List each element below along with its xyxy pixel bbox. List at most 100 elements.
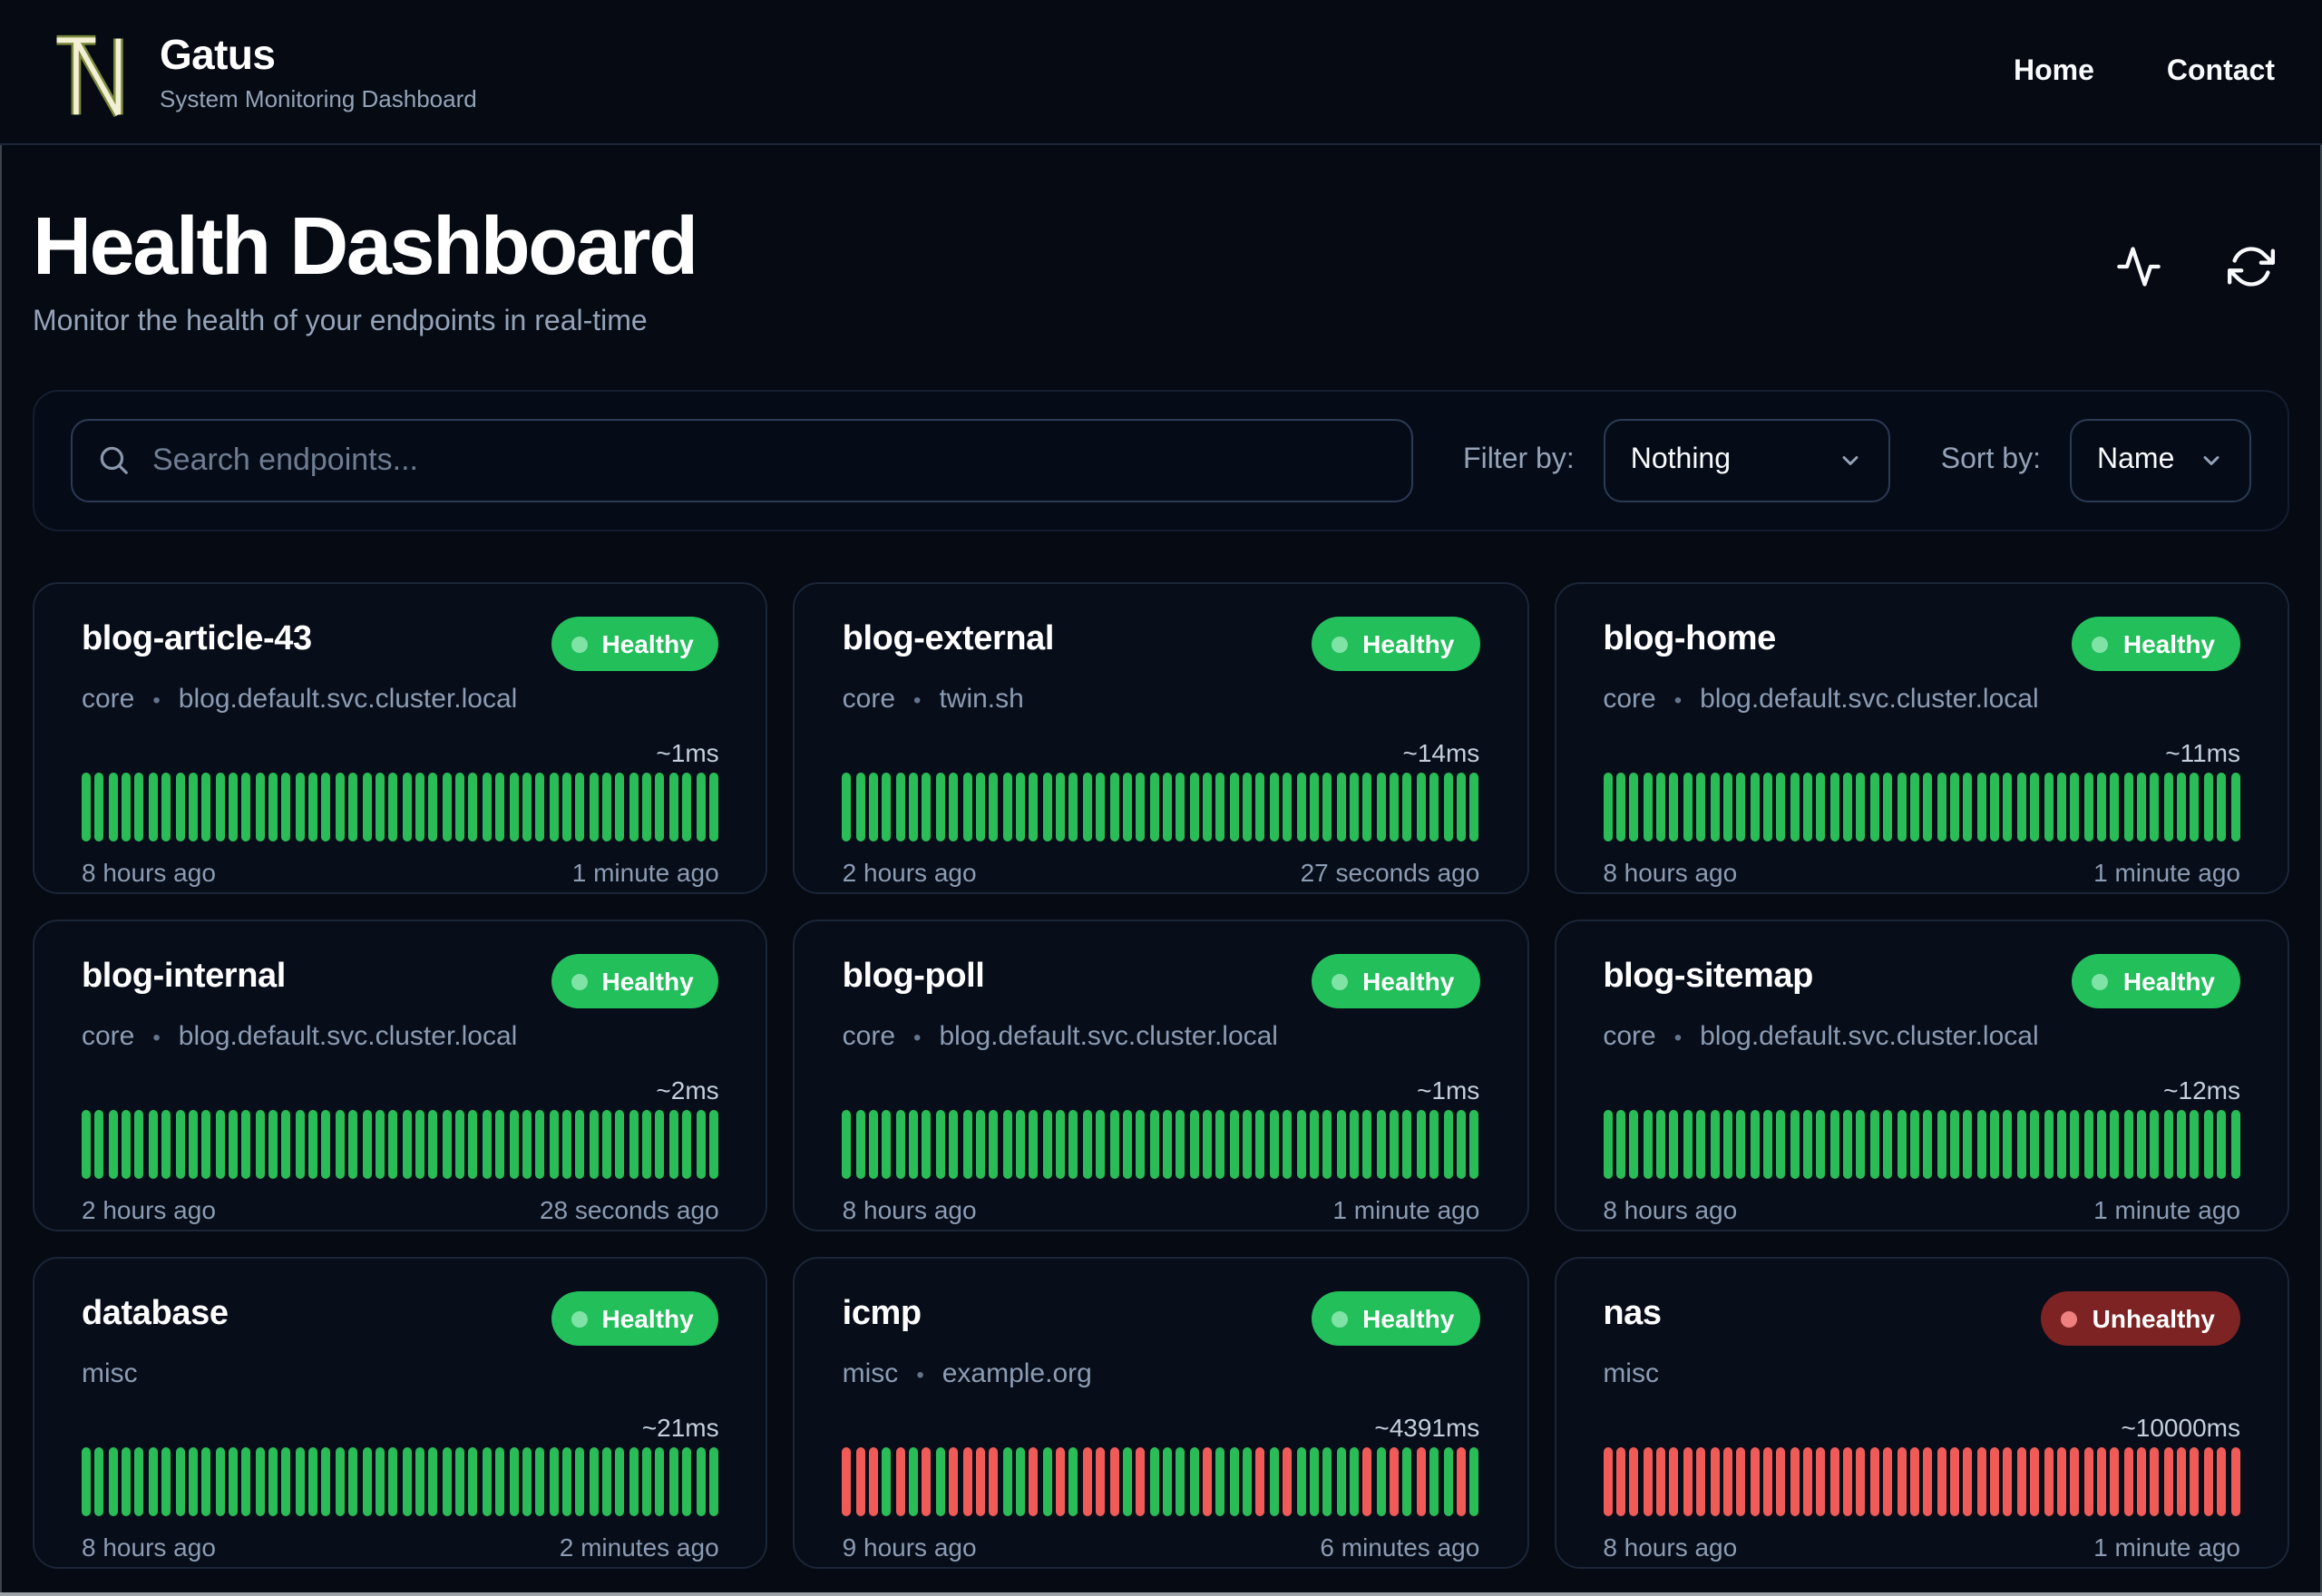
uptime-bar-success[interactable] [1976,773,1986,842]
uptime-bar-failure[interactable] [1416,1447,1426,1517]
uptime-bar-success[interactable] [1897,773,1907,842]
uptime-bar-success[interactable] [1376,1447,1386,1517]
uptime-bar-success[interactable] [1349,1447,1359,1517]
uptime-bar-success[interactable] [682,773,692,842]
uptime-bar-failure[interactable] [2137,1447,2147,1517]
uptime-bar-success[interactable] [655,1447,665,1517]
uptime-bar-success[interactable] [882,773,892,842]
uptime-bar-success[interactable] [549,773,559,842]
uptime-bar-success[interactable] [535,1447,545,1517]
uptime-bar-success[interactable] [2137,773,2147,842]
uptime-bar-success[interactable] [2030,1110,2040,1180]
uptime-bar-failure[interactable] [1722,1447,1732,1517]
uptime-bar-success[interactable] [1643,1110,1653,1180]
uptime-bar-success[interactable] [108,1447,118,1517]
uptime-bar-success[interactable] [2044,773,2054,842]
endpoint-card[interactable]: nas Unhealthy misc ~10000ms 8 hours ago … [1554,1257,2289,1570]
uptime-bar-failure[interactable] [1669,1447,1679,1517]
uptime-bar-failure[interactable] [2177,1447,2187,1517]
uptime-bar-success[interactable] [1255,1110,1265,1180]
uptime-bar-success[interactable] [482,1110,492,1180]
uptime-bar-failure[interactable] [1990,1447,2000,1517]
uptime-bar-success[interactable] [1429,773,1439,842]
uptime-bar-success[interactable] [1683,1110,1693,1180]
uptime-bar-success[interactable] [82,1110,91,1180]
uptime-bar-success[interactable] [188,773,198,842]
uptime-bar-success[interactable] [1376,1110,1386,1180]
uptime-bar-success[interactable] [668,1110,678,1180]
uptime-bar-success[interactable] [1255,773,1265,842]
uptime-bar-success[interactable] [642,773,652,842]
uptime-bar-success[interactable] [909,1110,919,1180]
uptime-bar-success[interactable] [2190,1110,2200,1180]
uptime-bar-success[interactable] [281,1110,291,1180]
uptime-bar-failure[interactable] [1976,1447,1986,1517]
uptime-bar-success[interactable] [228,1110,238,1180]
uptime-bar-success[interactable] [1416,773,1426,842]
uptime-bar-success[interactable] [1016,773,1025,842]
uptime-bar-success[interactable] [1349,773,1359,842]
uptime-bar-failure[interactable] [2070,1447,2080,1517]
uptime-bar-success[interactable] [122,1447,132,1517]
uptime-bar-success[interactable] [1109,1110,1119,1180]
uptime-bar-failure[interactable] [2217,1447,2227,1517]
uptime-bar-success[interactable] [1750,773,1760,842]
uptime-bar-success[interactable] [1122,773,1132,842]
uptime-bar-failure[interactable] [1790,1447,1800,1517]
uptime-bar-success[interactable] [1909,1110,1919,1180]
uptime-bar-success[interactable] [402,773,412,842]
uptime-bar-success[interactable] [1349,1110,1359,1180]
uptime-bar-success[interactable] [682,1110,692,1180]
uptime-bar-success[interactable] [188,1447,198,1517]
uptime-bar-success[interactable] [1656,1110,1666,1180]
uptime-bar-success[interactable] [1056,1110,1066,1180]
uptime-bar-success[interactable] [82,773,91,842]
uptime-bar-success[interactable] [509,1447,518,1517]
uptime-bar-success[interactable] [2110,1110,2120,1180]
uptime-bar-success[interactable] [2096,1110,2106,1180]
uptime-bar-success[interactable] [708,773,718,842]
uptime-bar-success[interactable] [629,1447,639,1517]
uptime-bar-success[interactable] [589,1110,599,1180]
uptime-bar-success[interactable] [1229,773,1239,842]
uptime-bar-success[interactable] [1322,1110,1332,1180]
uptime-bar-success[interactable] [1816,1110,1826,1180]
uptime-bar-success[interactable] [1869,773,1879,842]
search-input[interactable] [71,419,1413,503]
uptime-bar-success[interactable] [1149,1447,1159,1517]
endpoint-card[interactable]: blog-home Healthy core • blog.default.sv… [1554,582,2289,895]
uptime-bar-success[interactable] [1883,773,1893,842]
uptime-bar-success[interactable] [161,1447,171,1517]
uptime-bar-success[interactable] [629,1110,639,1180]
uptime-bar-success[interactable] [1402,1110,1412,1180]
uptime-bar-failure[interactable] [1897,1447,1907,1517]
uptime-bar-success[interactable] [2096,773,2106,842]
uptime-bar-success[interactable] [2003,773,2013,842]
uptime-bar-success[interactable] [1803,1110,1813,1180]
uptime-bar-success[interactable] [1790,773,1800,842]
uptime-bar-success[interactable] [989,773,999,842]
endpoint-card[interactable]: database Healthy misc ~21ms 8 hours ago … [33,1257,768,1570]
uptime-bar-failure[interactable] [2123,1447,2133,1517]
uptime-bar-success[interactable] [228,773,238,842]
uptime-bar-failure[interactable] [1029,1447,1039,1517]
uptime-bar-success[interactable] [1829,773,1839,842]
uptime-bar-success[interactable] [1869,1110,1879,1180]
uptime-bar-failure[interactable] [869,1447,879,1517]
uptime-bar-failure[interactable] [1950,1447,1959,1517]
uptime-bar-success[interactable] [188,1110,198,1180]
uptime-bar-success[interactable] [1269,1447,1279,1517]
uptime-bar-success[interactable] [1722,773,1732,842]
uptime-bar-success[interactable] [708,1447,718,1517]
uptime-bar-success[interactable] [375,1110,385,1180]
uptime-bar-success[interactable] [2203,1110,2213,1180]
refresh-button[interactable] [2228,243,2275,290]
uptime-bar-success[interactable] [1068,773,1078,842]
uptime-bar-success[interactable] [522,1110,532,1180]
uptime-bar-success[interactable] [615,773,625,842]
uptime-bar-success[interactable] [255,773,265,842]
uptime-bar-failure[interactable] [1816,1447,1826,1517]
uptime-bar-success[interactable] [668,1447,678,1517]
uptime-bar-success[interactable] [2110,773,2120,842]
uptime-bar-failure[interactable] [1937,1447,1946,1517]
